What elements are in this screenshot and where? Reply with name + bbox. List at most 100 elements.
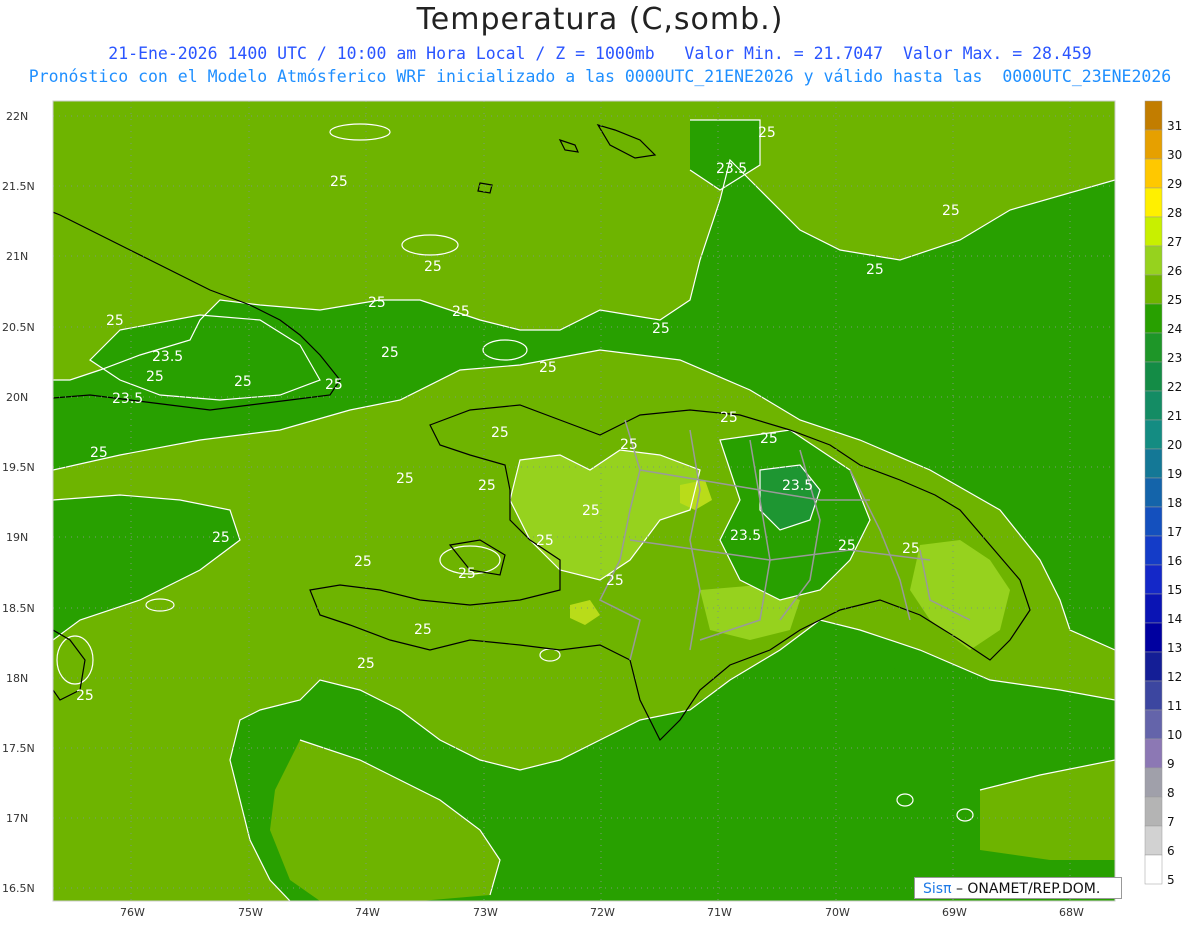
colorbar-label: 6 [1167, 844, 1175, 858]
colorbar-label: 28 [1167, 206, 1182, 220]
lat-label: 20N [6, 391, 28, 404]
colorbar-swatch [1144, 187, 1163, 218]
map-plot-area: 25 25 23.5 25 25 25 25 25 25 23.5 25 23.… [53, 101, 1115, 901]
contour-label: 25 [424, 259, 442, 275]
colorbar-label: 26 [1167, 264, 1182, 278]
credit-box: Sisπ – ONAMET/REP.DOM. [914, 877, 1122, 899]
colorbar: 31 30 29 28 27 26 25 24 23 22 21 20 19 18 17 16 15 14 13 12… [1144, 100, 1182, 887]
contour-label: 25 [478, 478, 496, 494]
colorbar-label: 16 [1167, 554, 1182, 568]
lon-label: 69W [942, 906, 967, 919]
colorbar-swatch [1144, 593, 1163, 624]
contour-label: 25 [90, 445, 108, 461]
contour-label: 25 [902, 541, 920, 557]
colorbar-swatch [1144, 854, 1163, 885]
colorbar-label: 5 [1167, 873, 1175, 887]
colorbar-swatch [1144, 825, 1163, 856]
contour-label: 25 [942, 203, 960, 219]
lon-label: 73W [473, 906, 498, 919]
contour-label: 25 [652, 321, 670, 337]
contour-label: 23.5 [782, 478, 813, 494]
colorbar-label: 10 [1167, 728, 1182, 742]
contour-label: 25 [357, 656, 375, 672]
contour-label: 25 [396, 471, 414, 487]
colorbar-label: 17 [1167, 525, 1182, 539]
colorbar-label: 8 [1167, 786, 1175, 800]
colorbar-label: 27 [1167, 235, 1182, 249]
contour-label: 25 [758, 125, 776, 141]
contour-label: 25 [146, 369, 164, 385]
colorbar-label: 31 [1167, 119, 1182, 133]
colorbar-swatch [1144, 100, 1163, 131]
contour-label: 25 [866, 262, 884, 278]
colorbar-swatch [1144, 390, 1163, 421]
colorbar-swatch [1144, 245, 1163, 276]
lat-label: 16.5N [2, 882, 35, 895]
contour-label: 25 [330, 174, 348, 190]
colorbar-swatch [1144, 535, 1163, 566]
colorbar-label: 12 [1167, 670, 1182, 684]
colorbar-label: 9 [1167, 757, 1175, 771]
colorbar-swatch [1144, 651, 1163, 682]
contour-label: 25 [458, 566, 476, 582]
colorbar-label: 19 [1167, 467, 1182, 481]
contour-label: 25 [76, 688, 94, 704]
contour-label: 25 [491, 425, 509, 441]
contour-label: 25 [234, 374, 252, 390]
colorbar-swatch [1144, 564, 1163, 595]
colorbar-swatch [1144, 477, 1163, 508]
lat-label: 19N [6, 531, 28, 544]
contour-label: 25 [414, 622, 432, 638]
contour-label: 25 [325, 377, 343, 393]
lat-label: 17.5N [2, 742, 35, 755]
colorbar-swatch [1144, 216, 1163, 247]
colorbar-label: 24 [1167, 322, 1182, 336]
colorbar-swatch [1144, 129, 1163, 160]
colorbar-swatch [1144, 419, 1163, 450]
colorbar-swatch [1144, 738, 1163, 769]
colorbar-swatch [1144, 709, 1163, 740]
credit-text: – ONAMET/REP.DOM. [951, 881, 1101, 897]
contour-label: 25 [760, 431, 778, 447]
colorbar-label: 18 [1167, 496, 1182, 510]
colorbar-label: 29 [1167, 177, 1182, 191]
lat-label: 21N [6, 250, 28, 263]
colorbar-swatch [1144, 332, 1163, 363]
colorbar-label: 11 [1167, 699, 1182, 713]
colorbar-swatch [1144, 796, 1163, 827]
lon-label: 71W [707, 906, 732, 919]
colorbar-swatch [1144, 622, 1163, 653]
colorbar-label: 23 [1167, 351, 1182, 365]
colorbar-swatch [1144, 767, 1163, 798]
lat-label: 22N [6, 110, 28, 123]
lat-axis: 22N 21.5N 21N 20.5N 20N 19.5N 19N 18.5N … [2, 110, 35, 895]
colorbar-label: 20 [1167, 438, 1182, 452]
contour-label: 25 [620, 437, 638, 453]
contour-label: 23.5 [112, 391, 143, 407]
contour-label: 25 [381, 345, 399, 361]
contour-label: 23.5 [152, 349, 183, 365]
sis-logo-text: Sisπ [923, 881, 952, 897]
colorbar-label: 14 [1167, 612, 1182, 626]
contour-label: 23.5 [730, 528, 761, 544]
contour-label: 25 [720, 410, 738, 426]
colorbar-swatch [1144, 361, 1163, 392]
contour-label: 25 [838, 538, 856, 554]
colorbar-swatch [1144, 274, 1163, 305]
lon-label: 68W [1059, 906, 1084, 919]
lon-label: 76W [120, 906, 145, 919]
colorbar-label: 22 [1167, 380, 1182, 394]
colorbar-label: 15 [1167, 583, 1182, 597]
lat-label: 18N [6, 672, 28, 685]
lon-label: 74W [355, 906, 380, 919]
colorbar-swatch [1144, 158, 1163, 189]
colorbar-swatch [1144, 506, 1163, 537]
colorbar-swatch [1144, 680, 1163, 711]
contour-label: 25 [354, 554, 372, 570]
contour-label: 25 [106, 313, 124, 329]
lon-label: 72W [590, 906, 615, 919]
colorbar-label: 30 [1167, 148, 1182, 162]
lat-label: 19.5N [2, 461, 35, 474]
contour-label: 25 [539, 360, 557, 376]
lat-label: 20.5N [2, 321, 35, 334]
